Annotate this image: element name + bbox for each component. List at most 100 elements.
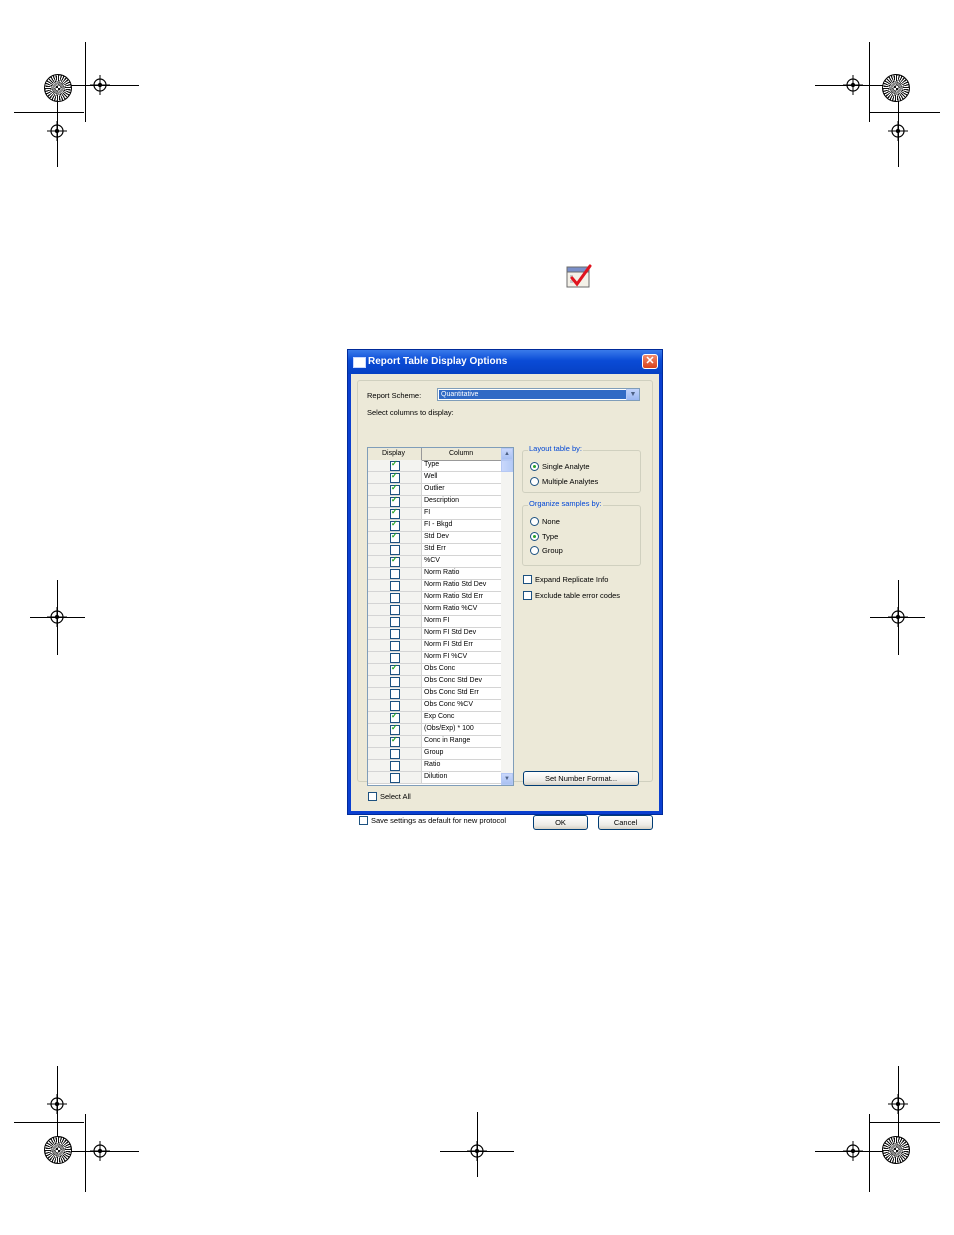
cancel-button[interactable]: Cancel bbox=[598, 815, 653, 830]
radio-button[interactable] bbox=[530, 462, 539, 471]
table-row[interactable]: FI - Bkgd bbox=[368, 519, 501, 532]
exclude-error-codes-checkbox[interactable] bbox=[523, 591, 532, 600]
column-name: Std Dev bbox=[424, 533, 449, 540]
table-row[interactable]: Norm Ratio Std Err bbox=[368, 592, 501, 604]
table-row[interactable]: Obs Conc %CV bbox=[368, 700, 501, 712]
display-checkbox[interactable] bbox=[390, 545, 400, 555]
radio-button[interactable] bbox=[530, 517, 539, 526]
organize-group bbox=[522, 505, 641, 566]
scroll-down-icon[interactable]: ▼ bbox=[501, 773, 513, 785]
dialog-body: Report Scheme: Quantitative ▼ Select col… bbox=[351, 374, 659, 830]
table-row[interactable]: Conc in Range bbox=[368, 735, 501, 748]
radio-button[interactable] bbox=[530, 476, 539, 486]
display-checkbox[interactable] bbox=[390, 689, 400, 699]
display-checkbox[interactable] bbox=[390, 749, 400, 759]
grid-scrollbar[interactable]: ▲ ▼ bbox=[501, 448, 513, 785]
table-row[interactable]: Type bbox=[368, 459, 501, 472]
display-checkbox[interactable] bbox=[390, 701, 400, 711]
select-columns-label: Select columns to display: bbox=[367, 408, 454, 417]
display-checkbox[interactable] bbox=[390, 761, 400, 771]
table-row[interactable]: Norm FI Std Err bbox=[368, 640, 501, 652]
display-checkbox[interactable] bbox=[390, 507, 400, 519]
column-name: Norm FI %CV bbox=[424, 653, 468, 660]
display-cell bbox=[368, 772, 422, 783]
radio-button[interactable] bbox=[530, 546, 539, 555]
display-checkbox[interactable] bbox=[390, 641, 400, 651]
table-row[interactable]: Norm FI %CV bbox=[368, 652, 501, 664]
set-number-format-button[interactable]: Set Number Format... bbox=[523, 771, 639, 786]
table-row[interactable]: Norm Ratio Std Dev bbox=[368, 580, 501, 592]
table-row[interactable]: Ratio bbox=[368, 760, 501, 772]
radio-label: Single Analyte bbox=[542, 462, 590, 471]
display-checkbox[interactable] bbox=[390, 555, 400, 567]
display-cell bbox=[368, 568, 422, 579]
display-checkbox[interactable] bbox=[390, 459, 400, 471]
table-row[interactable]: (Obs/Exp) * 100 bbox=[368, 723, 501, 736]
display-checkbox[interactable] bbox=[390, 711, 400, 723]
table-row[interactable]: Norm Ratio %CV bbox=[368, 604, 501, 616]
table-row[interactable]: Dilution bbox=[368, 772, 501, 784]
display-checkbox[interactable] bbox=[390, 593, 400, 603]
display-checkbox[interactable] bbox=[390, 483, 400, 495]
display-cell bbox=[368, 544, 422, 555]
columns-grid[interactable]: Display Column Type Well Outlier Descriptio… bbox=[367, 447, 514, 786]
display-checkbox[interactable] bbox=[390, 735, 400, 747]
column-name: Norm FI Std Dev bbox=[424, 629, 477, 636]
scroll-thumb[interactable] bbox=[501, 460, 513, 472]
chevron-down-icon[interactable]: ▼ bbox=[626, 389, 639, 400]
table-row[interactable]: Norm FI bbox=[368, 616, 501, 628]
display-checkbox[interactable] bbox=[390, 495, 400, 507]
display-checkbox[interactable] bbox=[390, 617, 400, 627]
scroll-up-icon[interactable]: ▲ bbox=[501, 448, 513, 460]
table-row[interactable]: Norm Ratio bbox=[368, 568, 501, 580]
display-checkbox[interactable] bbox=[390, 773, 400, 783]
display-cell bbox=[368, 723, 422, 735]
display-checkbox[interactable] bbox=[390, 569, 400, 579]
display-checkbox[interactable] bbox=[390, 653, 400, 663]
display-cell bbox=[368, 483, 422, 495]
title-bar[interactable]: Report Table Display Options ✕ bbox=[348, 350, 662, 374]
table-row[interactable]: FI bbox=[368, 507, 501, 520]
display-checkbox[interactable] bbox=[390, 663, 400, 675]
table-row[interactable]: Std Err bbox=[368, 544, 501, 556]
expand-replicate-checkbox[interactable] bbox=[523, 575, 532, 584]
table-row[interactable]: %CV bbox=[368, 555, 501, 568]
close-button[interactable]: ✕ bbox=[642, 354, 658, 369]
table-row[interactable]: Std Dev bbox=[368, 531, 501, 544]
display-checkbox[interactable] bbox=[390, 629, 400, 639]
table-row[interactable]: Well bbox=[368, 471, 501, 484]
save-default-checkbox[interactable] bbox=[359, 816, 368, 825]
display-cell bbox=[368, 459, 422, 471]
registration-mark bbox=[90, 75, 110, 95]
display-checkbox[interactable] bbox=[390, 531, 400, 543]
column-name: Norm Ratio bbox=[424, 569, 460, 576]
table-row[interactable]: Obs Conc Std Dev bbox=[368, 676, 501, 688]
report-scheme-value: Quantitative bbox=[439, 390, 627, 399]
table-row[interactable]: Description bbox=[368, 495, 501, 508]
radio-label: Group bbox=[542, 546, 563, 555]
radio-button[interactable] bbox=[530, 531, 539, 541]
display-checkbox[interactable] bbox=[390, 605, 400, 615]
ok-button[interactable]: OK bbox=[533, 815, 588, 830]
display-checkbox[interactable] bbox=[390, 581, 400, 591]
display-cell bbox=[368, 748, 422, 759]
display-checkbox[interactable] bbox=[390, 519, 400, 531]
table-row[interactable]: Obs Conc Std Err bbox=[368, 688, 501, 700]
registration-mark bbox=[47, 1094, 67, 1114]
table-row[interactable]: Outlier bbox=[368, 483, 501, 496]
select-all-checkbox[interactable] bbox=[368, 792, 377, 801]
table-row[interactable]: Exp Conc bbox=[368, 711, 501, 724]
save-default-label: Save settings as default for new protoco… bbox=[371, 816, 507, 825]
table-row[interactable]: Norm FI Std Dev bbox=[368, 628, 501, 640]
column-name: Obs Conc Std Err bbox=[424, 689, 479, 696]
column-name: %CV bbox=[424, 557, 440, 564]
display-checkbox[interactable] bbox=[390, 677, 400, 687]
display-checkbox[interactable] bbox=[390, 471, 400, 483]
table-row[interactable]: Obs Conc bbox=[368, 663, 501, 676]
table-row[interactable]: Group bbox=[368, 748, 501, 760]
report-scheme-select[interactable]: Quantitative ▼ bbox=[437, 388, 640, 401]
expand-replicate-label: Expand Replicate Info bbox=[535, 575, 609, 584]
registration-mark bbox=[467, 1141, 487, 1161]
display-checkbox[interactable] bbox=[390, 723, 400, 735]
column-name: Obs Conc bbox=[424, 665, 456, 672]
